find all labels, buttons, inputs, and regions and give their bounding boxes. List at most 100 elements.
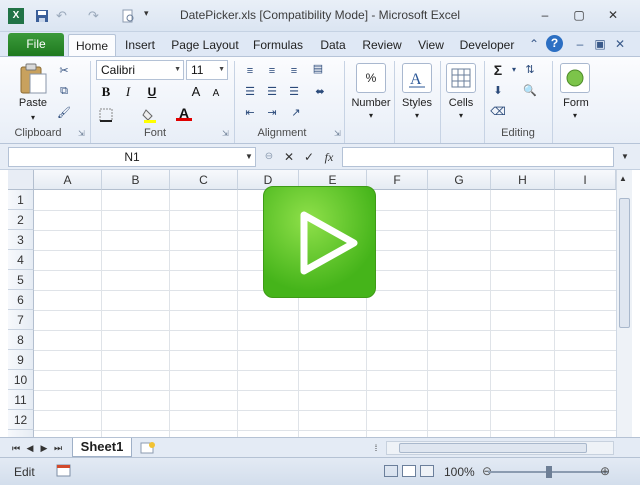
percent-icon[interactable]: % <box>356 63 386 93</box>
paste-icon[interactable] <box>18 61 48 95</box>
tab-view[interactable]: View <box>414 34 448 56</box>
minimize-button[interactable]: – <box>534 6 556 24</box>
scroll-up-icon[interactable]: ▲ <box>619 174 627 183</box>
column-header[interactable]: G <box>428 170 491 190</box>
column-header[interactable]: C <box>170 170 238 190</box>
tab-split-handle[interactable]: ⁞ <box>372 441 380 455</box>
font-name-dropdown[interactable]: Calibri ▼ <box>96 60 184 80</box>
column-header[interactable]: B <box>102 170 170 190</box>
doc-minimize-icon[interactable]: – <box>572 36 588 52</box>
row-header[interactable]: 4 <box>8 250 34 270</box>
tab-home[interactable]: Home <box>68 34 116 56</box>
font-color-button[interactable]: A <box>176 105 192 121</box>
font-launcher-icon[interactable]: ⇲ <box>222 129 231 138</box>
styles-button[interactable]: Styles <box>396 97 438 109</box>
horizontal-scrollbar[interactable] <box>386 441 614 455</box>
sort-filter-icon[interactable]: ⇅ <box>522 62 538 78</box>
minimize-ribbon-icon[interactable]: ⌃ <box>526 36 542 52</box>
align-left-icon[interactable]: ☰ <box>242 84 258 100</box>
tab-file[interactable]: File <box>8 33 64 56</box>
sheet-tab[interactable]: Sheet1 <box>72 438 132 457</box>
vertical-scrollbar[interactable]: ▲ <box>616 170 632 437</box>
row-header[interactable]: 9 <box>8 350 34 370</box>
paste-button[interactable]: Paste <box>14 97 52 109</box>
cut-icon[interactable]: ✂ <box>56 63 72 79</box>
last-sheet-icon[interactable]: ⏭ <box>52 441 64 455</box>
form-button[interactable]: Form <box>556 97 596 109</box>
bold-button[interactable]: B <box>98 84 114 100</box>
styles-icon[interactable]: A <box>402 63 432 93</box>
tab-formulas[interactable]: Formulas <box>250 34 306 56</box>
expand-formula-bar-icon[interactable]: ▼ <box>616 148 634 166</box>
tab-page-layout[interactable]: Page Layout <box>170 34 240 56</box>
find-select-icon[interactable]: 🔍 <box>522 83 538 99</box>
next-sheet-icon[interactable]: ▶ <box>38 441 50 455</box>
merge-center-icon[interactable]: ⬌ <box>312 84 328 100</box>
tab-insert[interactable]: Insert <box>120 34 160 56</box>
prev-sheet-icon[interactable]: ◀ <box>24 441 36 455</box>
align-center-icon[interactable]: ☰ <box>264 84 280 100</box>
borders-icon[interactable] <box>98 107 114 123</box>
align-right-icon[interactable]: ☰ <box>286 84 302 100</box>
copy-icon[interactable]: ⧉ <box>56 83 72 99</box>
insert-sheet-icon[interactable] <box>140 441 156 455</box>
shrink-font-button[interactable]: A <box>208 86 224 102</box>
format-painter-icon[interactable]: 🖌 <box>56 105 72 121</box>
zoom-slider-thumb[interactable] <box>546 466 552 478</box>
enter-entry-button[interactable]: ✓ <box>300 148 318 166</box>
chevron-down-icon[interactable]: ▼ <box>240 148 258 166</box>
row-header[interactable]: 8 <box>8 330 34 350</box>
italic-button[interactable]: I <box>120 84 136 100</box>
column-header[interactable]: H <box>491 170 555 190</box>
align-bottom-icon[interactable]: ≡ <box>286 63 302 79</box>
align-middle-icon[interactable]: ≡ <box>264 63 280 79</box>
formula-input[interactable] <box>342 147 614 167</box>
restore-button[interactable]: ▢ <box>568 6 590 24</box>
row-header[interactable]: 6 <box>8 290 34 310</box>
autosum-button[interactable]: Σ <box>490 62 506 78</box>
row-header[interactable] <box>8 430 34 437</box>
name-box[interactable]: N1 <box>8 147 256 167</box>
select-all-button[interactable] <box>8 170 34 190</box>
help-icon[interactable]: ? <box>546 35 563 52</box>
zoom-level[interactable]: 100% <box>444 465 475 479</box>
clear-icon[interactable]: ⌫ <box>490 104 506 120</box>
row-header[interactable]: 5 <box>8 270 34 290</box>
play-button[interactable] <box>263 186 376 298</box>
clipboard-launcher-icon[interactable]: ⇲ <box>78 129 87 138</box>
macro-record-icon[interactable] <box>56 464 72 478</box>
insert-function-button[interactable]: fx <box>320 148 338 166</box>
tab-data[interactable]: Data <box>316 34 350 56</box>
font-size-dropdown[interactable]: 11 ▼ <box>186 60 228 80</box>
row-header[interactable]: 12 <box>8 410 34 430</box>
row-header[interactable]: 1 <box>8 190 34 210</box>
align-top-icon[interactable]: ≡ <box>242 63 258 79</box>
page-break-view-icon[interactable] <box>420 465 434 477</box>
decrease-indent-icon[interactable]: ⇤ <box>242 105 258 121</box>
number-button[interactable]: Number <box>348 97 394 109</box>
column-header[interactable]: I <box>555 170 616 190</box>
vertical-scroll-thumb[interactable] <box>619 198 630 328</box>
row-header[interactable]: 3 <box>8 230 34 250</box>
doc-close-icon[interactable]: ✕ <box>612 36 628 52</box>
fill-icon[interactable]: ⬇ <box>490 83 506 99</box>
orientation-icon[interactable]: ↗ <box>288 105 304 121</box>
first-sheet-icon[interactable]: ⏮ <box>10 441 22 455</box>
tab-developer[interactable]: Developer <box>456 34 518 56</box>
row-header[interactable]: 2 <box>8 210 34 230</box>
splitter-icon[interactable]: ⊖ <box>260 148 278 166</box>
paste-dropdown-icon[interactable]: ▾ <box>26 113 40 122</box>
page-layout-view-icon[interactable] <box>402 465 416 477</box>
tab-review[interactable]: Review <box>360 34 404 56</box>
form-icon[interactable] <box>560 63 590 93</box>
underline-button[interactable]: U <box>144 84 160 100</box>
increase-indent-icon[interactable]: ⇥ <box>264 105 280 121</box>
cells-icon[interactable] <box>446 63 476 93</box>
normal-view-icon[interactable] <box>384 465 398 477</box>
grow-font-button[interactable]: A <box>188 84 204 100</box>
row-header[interactable]: 7 <box>8 310 34 330</box>
wrap-text-icon[interactable]: ▤ <box>310 61 326 77</box>
zoom-in-icon[interactable]: ⊕ <box>600 464 610 478</box>
doc-restore-icon[interactable]: ▣ <box>592 36 608 52</box>
fill-color-icon[interactable] <box>142 107 158 123</box>
